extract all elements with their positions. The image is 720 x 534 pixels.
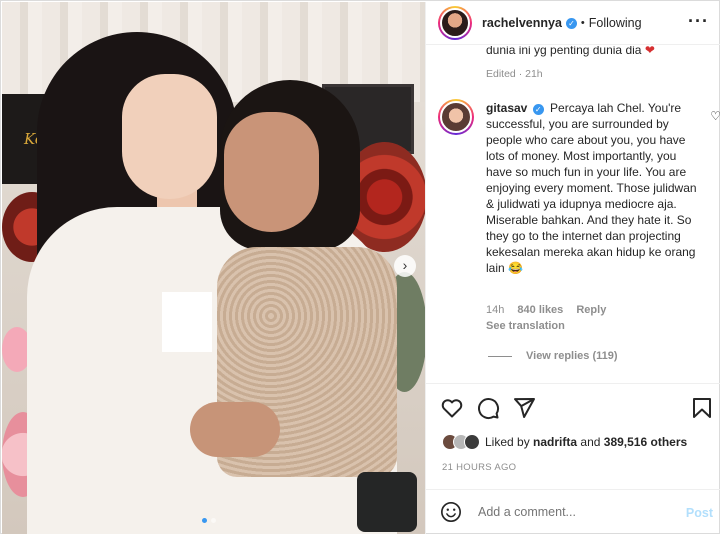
- likes-count-link[interactable]: 389,516 others: [604, 435, 687, 449]
- caption-text: dunia ini yg penting dunia dia ❤: [486, 46, 655, 58]
- post-side-panel: rachelvennya ✓ • Following ··· dunia ini…: [425, 2, 720, 534]
- post-actions-bar: [426, 383, 720, 431]
- carousel-dot-active: [202, 518, 207, 523]
- comment-body: gitasav ✓ Percaya lah Chel. You're succe…: [486, 100, 701, 276]
- comment-input[interactable]: [478, 505, 668, 519]
- woman-face: [122, 74, 217, 199]
- likes-summary: Liked by nadrifta and 389,516 others: [442, 434, 687, 450]
- verified-badge-icon: ✓: [565, 17, 577, 29]
- heart-icon[interactable]: [440, 396, 464, 420]
- girl-face: [224, 112, 319, 232]
- bookmark-icon[interactable]: [690, 396, 714, 420]
- author-avatar-image: [440, 8, 470, 38]
- post-timestamp: 21 HOURS AGO: [442, 462, 517, 473]
- comment-like-icon[interactable]: ♡: [710, 109, 720, 123]
- likes-user-link[interactable]: nadrifta: [533, 435, 577, 449]
- more-icon[interactable]: ···: [688, 11, 709, 32]
- caption-edited-time: Edited · 21h: [486, 68, 543, 80]
- woman-tank-top: [162, 292, 212, 352]
- carousel-dot: [211, 518, 216, 523]
- post-photo[interactable]: Kemmaids ›: [2, 2, 425, 534]
- comment-likes-count[interactable]: 840 likes: [517, 304, 563, 316]
- comment-meta: 14h 840 likes Reply: [486, 304, 616, 316]
- next-photo-button[interactable]: ›: [394, 255, 416, 277]
- carousel-dots: [202, 518, 216, 523]
- instagram-post-window: Kemmaids › rachelvennya ✓ • Following: [0, 0, 720, 534]
- caption-fragment: dunia ini yg penting dunia dia: [486, 46, 642, 57]
- share-icon[interactable]: [512, 396, 536, 420]
- comment-reply-button[interactable]: Reply: [576, 304, 606, 316]
- comment-icon[interactable]: [476, 396, 500, 420]
- commenter-verified-icon: ✓: [532, 104, 544, 115]
- header-separator: •: [580, 17, 585, 29]
- author-username[interactable]: rachelvennya: [482, 16, 562, 30]
- likes-prefix: Liked by: [485, 435, 530, 449]
- post-comment-button[interactable]: Post: [686, 506, 713, 520]
- add-comment-bar: Post: [426, 489, 720, 534]
- likes-and: and: [580, 435, 601, 449]
- liker-avatar: [464, 434, 480, 450]
- girl-arm: [190, 402, 280, 457]
- caption-heart-emoji: ❤: [644, 46, 655, 57]
- see-translation-link[interactable]: See translation: [486, 320, 565, 332]
- comment-time: 14h: [486, 304, 505, 316]
- view-replies-label: View replies (119): [526, 350, 618, 362]
- following-button[interactable]: Following: [589, 16, 642, 30]
- emoji-icon[interactable]: [440, 501, 462, 523]
- plant-pot: [357, 472, 417, 532]
- likes-text: Liked by nadrifta and 389,516 others: [485, 435, 687, 449]
- post-header: rachelvennya ✓ • Following ···: [426, 2, 720, 45]
- comment-text: Percaya lah Chel. You're successful, you…: [486, 101, 697, 275]
- commenter-username[interactable]: gitasav: [486, 101, 527, 115]
- commenter-avatar[interactable]: [438, 99, 474, 135]
- commenter-avatar-image: [440, 101, 472, 133]
- replies-line: [488, 355, 512, 357]
- author-avatar[interactable]: [438, 6, 472, 40]
- view-replies-button[interactable]: View replies (119): [488, 350, 618, 362]
